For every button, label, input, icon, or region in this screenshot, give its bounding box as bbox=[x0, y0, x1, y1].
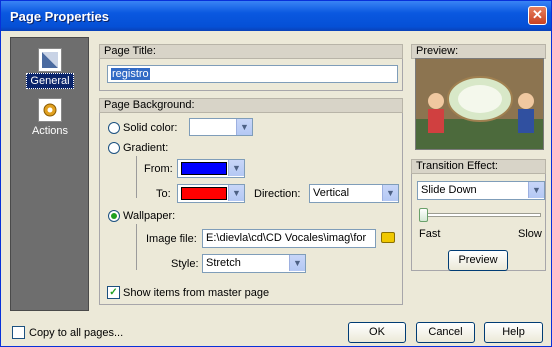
solid-color-radio[interactable] bbox=[108, 122, 120, 134]
sidebar-item-label: General bbox=[26, 73, 74, 89]
gradient-radio[interactable] bbox=[108, 142, 120, 154]
style-value: Stretch bbox=[206, 257, 241, 269]
from-color-swatch bbox=[181, 162, 227, 175]
page-background-header: Page Background: bbox=[99, 98, 403, 113]
slow-label: Slow bbox=[518, 228, 542, 240]
to-label: To: bbox=[156, 188, 171, 200]
copy-all-checkbox[interactable]: ✓ bbox=[12, 326, 25, 339]
wallpaper-divider bbox=[136, 224, 137, 270]
sidebar-item-actions[interactable]: Actions bbox=[15, 98, 85, 137]
gradient-divider bbox=[136, 156, 137, 198]
style-label: Style: bbox=[171, 258, 199, 270]
sidebar-item-general[interactable]: General bbox=[15, 48, 85, 89]
from-color-picker[interactable]: ▼ bbox=[177, 159, 245, 178]
image-file-input[interactable]: E:\dievla\cd\CD Vocales\imag\for bbox=[202, 229, 376, 248]
fast-label: Fast bbox=[419, 228, 441, 240]
to-color-picker[interactable]: ▼ bbox=[177, 184, 245, 203]
solid-color-label: Solid color: bbox=[123, 122, 178, 134]
image-file-label: Image file: bbox=[146, 233, 197, 245]
preview-button[interactable]: Preview bbox=[448, 250, 508, 271]
chevron-down-icon: ▼ bbox=[228, 160, 244, 176]
gradient-label: Gradient: bbox=[123, 142, 169, 154]
window-title: Page Properties bbox=[10, 9, 109, 24]
direction-select[interactable]: Vertical ▼ bbox=[309, 184, 399, 203]
preview-header: Preview: bbox=[411, 44, 546, 59]
page-title-value: registro bbox=[111, 68, 150, 80]
transition-value: Slide Down bbox=[421, 184, 477, 196]
help-button[interactable]: Help bbox=[484, 322, 543, 343]
speed-slider-track[interactable] bbox=[421, 213, 541, 217]
transition-header: Transition Effect: bbox=[411, 159, 546, 174]
page-title-input[interactable]: registro bbox=[107, 65, 398, 83]
direction-label: Direction: bbox=[254, 188, 301, 200]
chevron-down-icon: ▼ bbox=[228, 185, 244, 201]
gear-icon bbox=[38, 98, 62, 122]
direction-value: Vertical bbox=[313, 187, 350, 199]
page-preview-image bbox=[415, 58, 544, 150]
show-master-checkbox[interactable]: ✓ bbox=[107, 286, 120, 299]
title-bar: Page Properties ✕ bbox=[1, 1, 551, 31]
to-color-swatch bbox=[181, 187, 227, 200]
sidebar-item-label: Actions bbox=[31, 125, 69, 137]
sidebar: General Actions bbox=[10, 37, 89, 311]
style-select[interactable]: Stretch ▼ bbox=[202, 254, 306, 273]
chevron-down-icon: ▼ bbox=[236, 119, 252, 135]
from-label: From: bbox=[144, 163, 173, 175]
close-button[interactable]: ✕ bbox=[528, 6, 547, 25]
wallpaper-radio[interactable] bbox=[108, 210, 120, 222]
copy-all-label: Copy to all pages... bbox=[29, 327, 124, 339]
cancel-button[interactable]: Cancel bbox=[416, 322, 475, 343]
chevron-down-icon: ▼ bbox=[289, 255, 305, 271]
transition-select[interactable]: Slide Down ▼ bbox=[417, 181, 545, 200]
close-icon: ✕ bbox=[532, 7, 543, 22]
wallpaper-label: Wallpaper: bbox=[123, 210, 176, 222]
page-properties-dialog: Page Properties ✕ General Actions Page T… bbox=[0, 0, 552, 347]
folder-icon[interactable] bbox=[381, 232, 395, 243]
chevron-down-icon: ▼ bbox=[528, 182, 544, 198]
page-title-header: Page Title: bbox=[99, 44, 403, 59]
speed-slider-thumb[interactable] bbox=[419, 208, 428, 222]
solid-color-picker[interactable]: ▼ bbox=[189, 118, 253, 136]
page-icon bbox=[38, 48, 62, 72]
show-master-label: Show items from master page bbox=[123, 287, 270, 299]
ok-button[interactable]: OK bbox=[348, 322, 406, 343]
chevron-down-icon: ▼ bbox=[382, 185, 398, 201]
image-file-value: E:\dievla\cd\CD Vocales\imag\for bbox=[206, 232, 367, 244]
